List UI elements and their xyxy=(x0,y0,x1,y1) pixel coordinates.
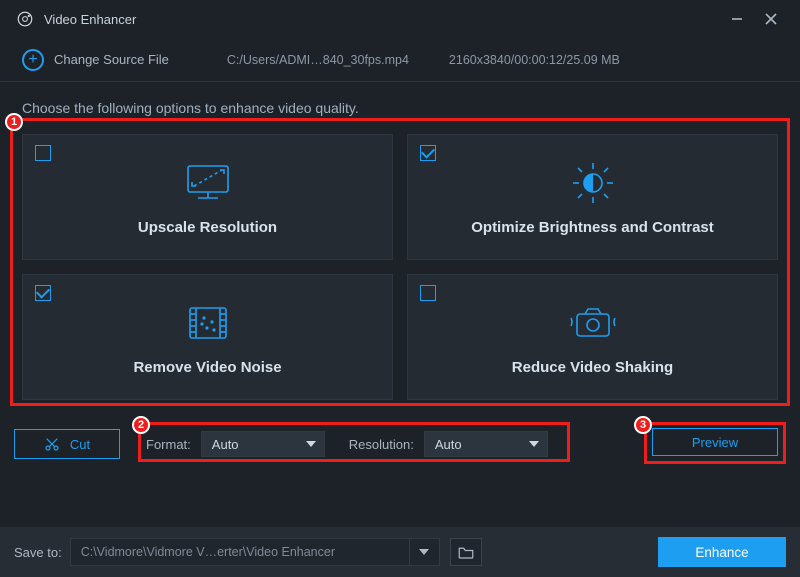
save-to-label: Save to: xyxy=(14,545,62,560)
monitor-upscale-icon xyxy=(180,157,236,209)
enhance-button[interactable]: Enhance xyxy=(658,537,786,567)
checkbox-upscale[interactable] xyxy=(35,145,51,161)
option-label: Upscale Resolution xyxy=(138,219,277,236)
annotation-badge-2: 2 xyxy=(132,416,150,434)
option-remove-noise[interactable]: Remove Video Noise xyxy=(22,274,393,400)
option-upscale-resolution[interactable]: Upscale Resolution xyxy=(22,134,393,260)
brightness-icon xyxy=(565,157,621,209)
checkbox-shaking[interactable] xyxy=(420,285,436,301)
open-folder-button[interactable] xyxy=(450,538,482,566)
source-meta: 2160x3840/00:00:12/25.09 MB xyxy=(449,53,620,67)
checkbox-noise[interactable] xyxy=(35,285,51,301)
cut-label: Cut xyxy=(70,437,90,452)
controls-row: Cut 2 Format: Auto Resolution: Auto 3 Pr… xyxy=(14,424,786,464)
instruction-text: Choose the following options to enhance … xyxy=(0,82,800,124)
option-reduce-shaking[interactable]: Reduce Video Shaking xyxy=(407,274,778,400)
title-bar: Video Enhancer xyxy=(0,0,800,38)
resolution-value: Auto xyxy=(435,437,462,452)
chevron-down-icon xyxy=(419,549,429,555)
options-area: 1 Upscale Resolution xyxy=(14,124,786,408)
format-value: Auto xyxy=(212,437,239,452)
change-source-link[interactable]: Change Source File xyxy=(54,52,169,67)
chevron-down-icon xyxy=(306,441,316,447)
minimize-button[interactable] xyxy=(720,5,754,33)
resolution-label: Resolution: xyxy=(349,437,414,452)
option-label: Reduce Video Shaking xyxy=(512,359,673,376)
annotation-badge-3: 3 xyxy=(634,416,652,434)
preview-label: Preview xyxy=(692,435,738,450)
format-label: Format: xyxy=(146,437,191,452)
app-icon xyxy=(16,10,34,28)
format-select[interactable]: Auto xyxy=(201,431,325,457)
cut-button[interactable]: Cut xyxy=(14,429,120,459)
app-title: Video Enhancer xyxy=(44,12,136,27)
save-path-value: C:\Vidmore\Vidmore V…erter\Video Enhance… xyxy=(81,545,335,559)
format-group: 2 Format: Auto Resolution: Auto xyxy=(146,426,548,462)
checkbox-brightness[interactable] xyxy=(420,145,436,161)
save-path-field[interactable]: C:\Vidmore\Vidmore V…erter\Video Enhance… xyxy=(70,538,410,566)
camera-shake-icon xyxy=(563,297,623,349)
source-path: C:/Users/ADMI…840_30fps.mp4 xyxy=(227,53,409,67)
option-brightness-contrast[interactable]: Optimize Brightness and Contrast xyxy=(407,134,778,260)
change-source-icon[interactable]: + xyxy=(22,49,44,71)
save-path-dropdown[interactable] xyxy=(410,538,440,566)
source-row: + Change Source File C:/Users/ADMI…840_3… xyxy=(0,38,800,82)
option-label: Optimize Brightness and Contrast xyxy=(471,219,714,236)
chevron-down-icon xyxy=(529,441,539,447)
close-button[interactable] xyxy=(754,5,788,33)
bottom-bar: Save to: C:\Vidmore\Vidmore V…erter\Vide… xyxy=(0,527,800,577)
option-label: Remove Video Noise xyxy=(133,359,281,376)
film-noise-icon xyxy=(180,297,236,349)
enhance-label: Enhance xyxy=(695,545,748,560)
resolution-select[interactable]: Auto xyxy=(424,431,548,457)
preview-button[interactable]: Preview xyxy=(652,428,778,456)
